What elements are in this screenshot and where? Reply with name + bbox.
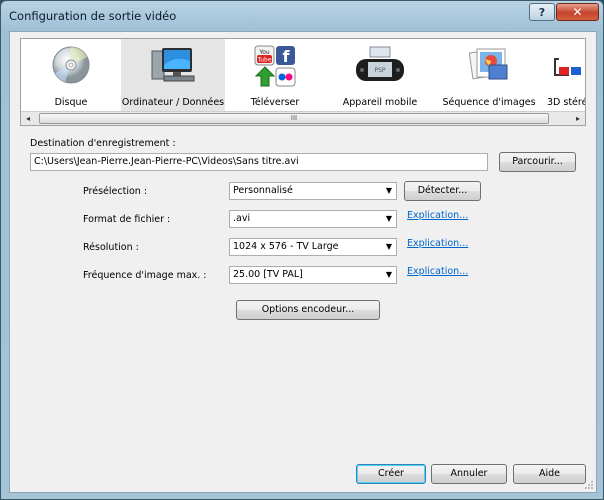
framerate-explanation-link[interactable]: Explication... (407, 266, 468, 277)
cancel-button[interactable]: Annuler (431, 464, 507, 484)
upload-icon: You Tube f (253, 45, 297, 90)
help-button[interactable]: Aide (513, 464, 586, 484)
svg-text:You: You (258, 49, 270, 56)
resize-grip-icon[interactable] (584, 480, 594, 490)
chevron-down-icon: ▼ (385, 214, 392, 223)
output-item-label: 3D stéréos (547, 97, 585, 108)
resolution-label: Résolution : (83, 242, 139, 253)
destination-path-input[interactable]: C:\Users\Jean-Pierre.Jean-Pierre-PC\Vide… (30, 153, 488, 171)
format-explanation-link[interactable]: Explication... (407, 210, 468, 221)
scroll-left-arrow[interactable]: ◂ (21, 112, 35, 125)
svg-text:f: f (283, 47, 291, 66)
format-select[interactable]: .avi ▼ (229, 210, 397, 228)
output-item-mobile[interactable]: PSP Appareil mobile (325, 39, 435, 111)
resolution-value: 1024 x 576 - TV Large (233, 241, 339, 252)
browse-button[interactable]: Parcourir... (499, 152, 576, 172)
svg-text:PSP: PSP (374, 67, 385, 74)
preset-label: Présélection : (83, 186, 148, 197)
dialog-window: Configuration de sortie vidéo ? ✕ Disque… (0, 0, 604, 500)
output-type-carousel: Disque Ordinateur / Données You Tube f T… (20, 38, 586, 126)
output-item-upload[interactable]: You Tube f Téléverser (225, 39, 325, 111)
encoder-options-button[interactable]: Options encodeur... (236, 300, 380, 320)
output-item-disc[interactable]: Disque (21, 39, 121, 111)
output-item-label: Appareil mobile (342, 97, 418, 108)
title-bar[interactable]: Configuration de sortie vidéo ? ✕ (1, 1, 603, 31)
destination-label: Destination d'enregistrement : (30, 138, 176, 149)
format-label: Format de fichier : (83, 214, 171, 225)
output-item-stereo-3d[interactable]: 3D stéréos (543, 39, 585, 111)
resolution-explanation-link[interactable]: Explication... (407, 238, 468, 249)
computer-icon (150, 45, 196, 88)
chevron-down-icon: ▼ (385, 186, 392, 195)
output-item-label: Disque (54, 97, 88, 108)
stereo-3d-icon (553, 45, 585, 88)
carousel-scrollbar[interactable]: ◂ III ▸ (21, 111, 585, 125)
dialog-body: Disque Ordinateur / Données You Tube f T… (9, 31, 597, 493)
chevron-down-icon: ▼ (385, 242, 392, 251)
framerate-value: 25.00 [TV PAL] (233, 269, 303, 280)
disc-icon (51, 45, 91, 88)
framerate-label: Fréquence d'image max. : (83, 270, 207, 281)
detect-button[interactable]: Détecter... (404, 181, 481, 201)
framerate-select[interactable]: 25.00 [TV PAL] ▼ (229, 266, 397, 284)
output-item-label: Séquence d'images (442, 97, 536, 108)
preset-value: Personnalisé (233, 185, 293, 196)
window-title: Configuration de sortie vidéo (9, 9, 177, 23)
resolution-select[interactable]: 1024 x 576 - TV Large ▼ (229, 238, 397, 256)
output-item-label: Ordinateur / Données (121, 97, 225, 108)
preset-select[interactable]: Personnalisé ▼ (229, 182, 397, 200)
output-item-image-sequence[interactable]: Séquence d'images (435, 39, 543, 111)
format-value: .avi (233, 213, 251, 224)
image-sequence-icon (467, 45, 511, 88)
psp-icon: PSP (354, 45, 406, 88)
chevron-down-icon: ▼ (385, 270, 392, 279)
svg-text:Tube: Tube (256, 57, 271, 64)
create-button[interactable]: Créer (356, 464, 426, 484)
scroll-thumb[interactable]: III (39, 113, 549, 124)
output-item-computer[interactable]: Ordinateur / Données (121, 39, 225, 111)
output-item-label: Téléverser (250, 97, 300, 108)
close-button[interactable]: ✕ (556, 3, 599, 21)
help-title-button[interactable]: ? (529, 3, 555, 21)
scroll-right-arrow[interactable]: ▸ (571, 112, 585, 125)
